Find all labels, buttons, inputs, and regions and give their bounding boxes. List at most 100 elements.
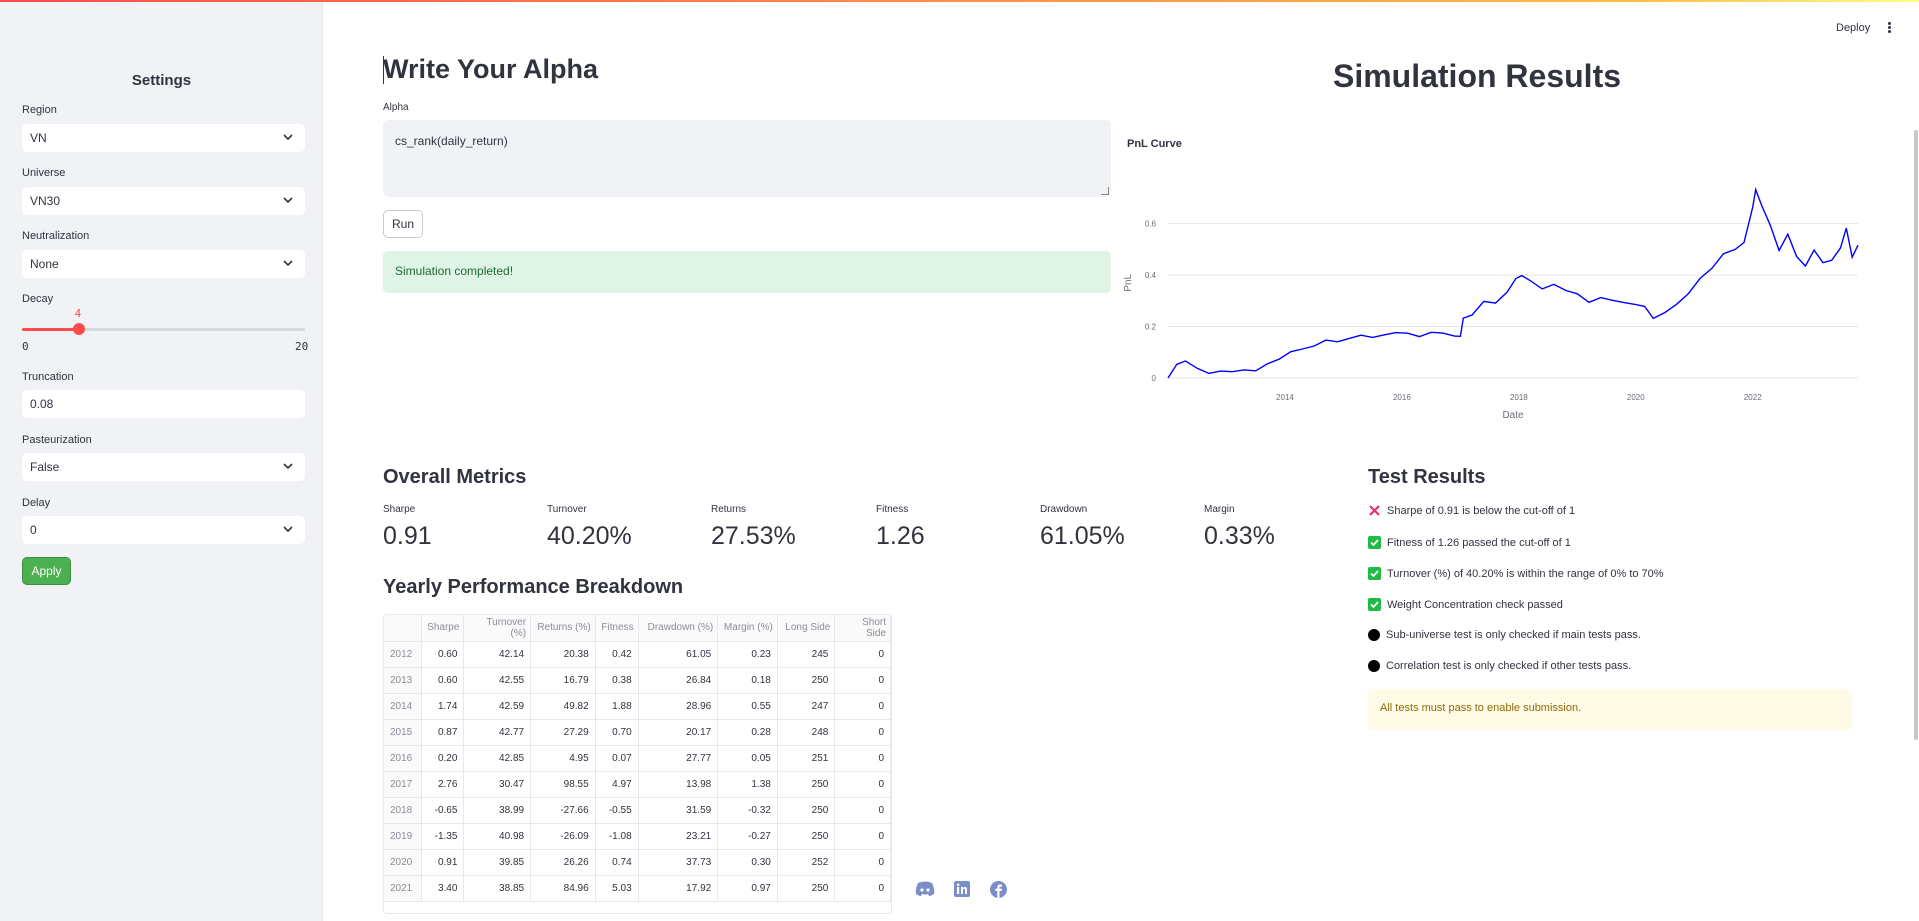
table-cell: 0 <box>834 641 891 668</box>
column-header[interactable]: Fitness <box>595 615 639 642</box>
run-button[interactable]: Run <box>383 210 423 238</box>
metric-label: Drawdown <box>1040 504 1088 515</box>
sidebar-title: Settings <box>131 72 192 89</box>
column-header[interactable]: Short Side <box>834 615 891 642</box>
metric-turnover: Turnover 40.20% <box>547 504 632 551</box>
delay-select[interactable]: 0 <box>22 516 305 544</box>
table-cell: 37.73 <box>638 849 719 876</box>
table-row: 2015 0.87 42.77 27.29 0.70 20.17 0.28 248 0 <box>384 719 891 746</box>
neutralization-select[interactable]: None <box>22 250 305 278</box>
truncation-input[interactable]: 0.08 <box>22 390 305 418</box>
metric-fitness: Fitness 1.26 <box>876 504 925 551</box>
table-row: 2019 -1.35 40.98 -26.09 -1.08 23.21 -0.27 250 0 <box>384 823 891 850</box>
column-header[interactable]: Turnover (%) <box>463 615 532 642</box>
pasteurization-select[interactable]: False <box>22 453 305 481</box>
truncation-value: 0.08 <box>30 397 54 411</box>
chevron-down-icon <box>283 134 293 141</box>
table-cell: 0.60 <box>421 641 465 668</box>
dot-icon <box>1368 660 1380 672</box>
table-cell: 3.40 <box>421 875 465 902</box>
table-cell: 17.92 <box>638 875 719 902</box>
metric-label: Margin <box>1204 504 1235 515</box>
truncation-label: Truncation <box>22 371 74 383</box>
column-header[interactable]: Long Side <box>777 615 836 642</box>
x-tick-label: 2016 <box>1393 393 1411 402</box>
table-cell: 0.38 <box>595 667 639 694</box>
row-index: 2015 <box>384 719 423 746</box>
table-cell: 2.76 <box>421 771 465 798</box>
pnl-chart[interactable]: 0 0.2 0.4 0.6 2014 2016 2018 2020 2022 Date PnL <box>1123 180 1863 425</box>
facebook-icon[interactable] <box>990 881 1007 898</box>
alpha-textarea[interactable]: cs_rank(daily_return) <box>383 120 1111 197</box>
test-text: Correlation test is only checked if othe… <box>1386 660 1632 672</box>
table-cell: 42.77 <box>463 719 532 746</box>
table-cell: 39.85 <box>463 849 532 876</box>
linkedin-icon[interactable] <box>954 881 970 897</box>
metric-value: 40.20% <box>547 522 632 550</box>
decay-slider[interactable] <box>22 323 305 335</box>
region-select[interactable]: VN <box>22 124 305 152</box>
x-tick-label: 2018 <box>1510 393 1528 402</box>
column-header[interactable]: Margin (%) <box>717 615 778 642</box>
row-index: 2020 <box>384 849 423 876</box>
table-cell: 0.60 <box>421 667 465 694</box>
x-axis-label: Date <box>1502 410 1524 421</box>
apply-button[interactable]: Apply <box>22 557 71 585</box>
table-cell: 250 <box>777 875 836 902</box>
test-text: Fitness of 1.26 passed the cut-off of 1 <box>1387 536 1571 549</box>
pasteurization-value: False <box>30 460 60 474</box>
table-cell: 4.97 <box>595 771 639 798</box>
scrollbar[interactable] <box>1914 130 1918 740</box>
table-cell: 0.87 <box>421 719 465 746</box>
column-header[interactable]: Returns (%) <box>530 615 596 642</box>
success-alert: Simulation completed! <box>383 251 1111 293</box>
metric-returns: Returns 27.53% <box>711 504 796 551</box>
row-index: 2021 <box>384 875 423 902</box>
table-cell: 250 <box>777 667 836 694</box>
x-tick-label: 2022 <box>1744 393 1762 402</box>
resize-handle-icon[interactable] <box>1101 187 1109 195</box>
table-row: 2018 -0.65 38.99 -27.66 -0.55 31.59 -0.32 250 0 <box>384 797 891 824</box>
table-cell: 245 <box>777 641 836 668</box>
column-header[interactable]: Drawdown (%) <box>638 615 719 642</box>
sidebar: Settings Region VN Universe VN30 Neutral… <box>0 2 323 921</box>
y-axis-label: PnL <box>1123 273 1134 291</box>
table-cell: 250 <box>777 823 836 850</box>
table-cell: 0 <box>834 719 891 746</box>
table-cell: 0 <box>834 693 891 720</box>
deploy-button[interactable]: Deploy <box>1836 22 1870 34</box>
simulation-heading: Simulation Results <box>1332 58 1622 94</box>
table-row: 2021 3.40 38.85 84.96 5.03 17.92 0.97 250 0 <box>384 875 891 902</box>
table-cell: 42.85 <box>463 745 532 772</box>
table-cell: 16.79 <box>530 667 596 694</box>
kebab-icon[interactable] <box>1888 22 1892 34</box>
test-text: Sharpe of 0.91 is below the cut-off of 1 <box>1387 504 1576 517</box>
table-cell: 0 <box>834 745 891 772</box>
table-cell: 0 <box>834 797 891 824</box>
column-header[interactable]: Sharpe <box>421 615 465 642</box>
yearly-table[interactable]: Sharpe Turnover (%) Returns (%) Fitness Draw… <box>383 614 892 914</box>
column-header[interactable] <box>384 615 423 642</box>
decay-slider-thumb[interactable] <box>72 323 85 335</box>
table-cell: 30.47 <box>463 771 532 798</box>
table-cell: 20.38 <box>530 641 596 668</box>
table-cell: 1.74 <box>421 693 465 720</box>
chevron-down-icon <box>283 526 293 533</box>
table-cell: 26.84 <box>638 667 719 694</box>
metric-value: 61.05% <box>1040 522 1125 550</box>
metric-drawdown: Drawdown 61.05% <box>1040 504 1125 551</box>
chevron-down-icon <box>283 197 293 204</box>
discord-icon[interactable] <box>915 881 935 897</box>
neutralization-value: None <box>30 257 59 271</box>
test-item-fitness: Fitness of 1.26 passed the cut-off of 1 <box>1368 536 1571 549</box>
universe-select[interactable]: VN30 <box>22 187 305 215</box>
metric-value: 27.53% <box>711 522 796 550</box>
table-cell: -1.35 <box>421 823 465 850</box>
chevron-down-icon <box>283 463 293 470</box>
cross-icon <box>1368 504 1381 517</box>
table-cell: 27.77 <box>638 745 719 772</box>
table-cell: 1.88 <box>595 693 639 720</box>
decay-label: Decay <box>22 293 54 305</box>
alpha-heading: Write Your Alpha <box>383 54 599 84</box>
table-cell: 251 <box>777 745 836 772</box>
